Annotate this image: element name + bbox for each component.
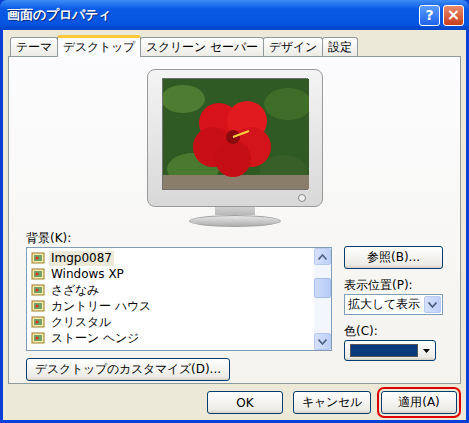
color-label: 色(C): — [344, 324, 443, 340]
monitor-stand — [189, 215, 281, 227]
tab[interactable]: スクリーン セーバー — [140, 37, 264, 56]
monitor-preview — [26, 69, 443, 227]
dropdown-button[interactable] — [424, 296, 441, 313]
window-controls: ? × — [419, 5, 464, 26]
wallpaper-icon — [31, 331, 45, 345]
dialog-button[interactable]: キャンセル — [293, 391, 371, 414]
background-item-name: ストーン ヘンジ — [49, 331, 141, 346]
tab[interactable]: デスクトップ — [57, 35, 141, 57]
background-items: Imgp0087 Windows XP さざなみ カントリー ハウス クリスタル… — [27, 248, 314, 350]
color-swatch — [350, 344, 418, 357]
power-button-icon — [298, 194, 306, 202]
scroll-down-button[interactable] — [314, 333, 331, 350]
settings-row: 背景(K): Imgp0087 Windows XP さざなみ カントリー ハウ… — [26, 231, 443, 381]
title-bar: 画面のプロパティ ? × — [0, 0, 469, 30]
background-item[interactable]: カントリー ハウス — [29, 298, 312, 314]
background-list[interactable]: Imgp0087 Windows XP さざなみ カントリー ハウス クリスタル… — [26, 247, 332, 351]
browse-button[interactable]: 参照(B)... — [344, 246, 443, 269]
hibiscus-photo-icon — [163, 79, 309, 189]
tab[interactable]: デザイン — [263, 37, 323, 56]
wallpaper-icon — [31, 251, 45, 265]
scroll-track[interactable] — [314, 265, 331, 333]
monitor-icon — [147, 69, 323, 207]
background-item[interactable]: さざなみ — [29, 282, 312, 298]
color-picker-button[interactable] — [344, 340, 436, 361]
background-item-name: Windows XP — [49, 267, 126, 282]
dialog-button[interactable]: 適用(A) — [381, 391, 457, 414]
wallpaper-icon — [31, 299, 45, 313]
up-arrow-icon — [318, 254, 327, 260]
wallpaper-icon — [31, 267, 45, 281]
background-item[interactable]: ストーン ヘンジ — [29, 330, 312, 346]
down-arrow-icon — [423, 349, 430, 353]
down-arrow-icon — [428, 302, 437, 308]
background-item-name: カントリー ハウス — [49, 299, 153, 314]
background-item[interactable]: クリスタル — [29, 314, 312, 330]
display-properties-dialog: 画面のプロパティ ? × テーマデスクトップスクリーン セーバーデザイン設定 背… — [0, 0, 469, 423]
wallpaper-preview — [162, 78, 308, 190]
tab[interactable]: 設定 — [322, 37, 358, 56]
wallpaper-icon — [31, 283, 45, 297]
customize-desktop-button[interactable]: デスクトップのカスタマイズ(D)... — [26, 358, 230, 381]
background-label: 背景(K): — [26, 231, 71, 247]
background-item[interactable]: Windows XP — [29, 266, 312, 282]
position-value: 拡大して表示 — [345, 296, 423, 313]
scrollbar[interactable] — [314, 248, 331, 350]
monitor-neck — [215, 207, 255, 215]
wallpaper-icon — [31, 315, 45, 329]
help-button[interactable]: ? — [419, 5, 440, 26]
background-item[interactable]: Imgp0087 — [29, 250, 312, 266]
scroll-up-button[interactable] — [314, 248, 331, 265]
window-title: 画面のプロパティ — [7, 6, 111, 24]
monitor-bezel — [162, 190, 308, 206]
down-arrow-icon — [318, 339, 327, 345]
background-item-name: クリスタル — [49, 315, 113, 330]
tab-panel: 背景(K): Imgp0087 Windows XP さざなみ カントリー ハウ… — [8, 56, 461, 384]
tab-strip: テーマデスクトップスクリーン セーバーデザイン設定 — [8, 36, 461, 56]
close-button[interactable]: × — [443, 5, 464, 26]
position-dropdown[interactable]: 拡大して表示 — [344, 294, 443, 315]
background-section: 背景(K): Imgp0087 Windows XP さざなみ カントリー ハウ… — [26, 231, 332, 381]
scroll-thumb[interactable] — [314, 278, 331, 298]
background-item-name: Imgp0087 — [49, 251, 114, 266]
options-section: 参照(B)... 表示位置(P): 拡大して表示 色(C): — [344, 231, 443, 381]
position-label: 表示位置(P): — [344, 278, 443, 294]
tab[interactable]: テーマ — [10, 37, 58, 56]
dialog-button[interactable]: OK — [207, 391, 283, 414]
background-item-name: さざなみ — [49, 283, 101, 298]
dialog-buttons: OK キャンセル適用(A) — [8, 384, 461, 414]
dialog-body: テーマデスクトップスクリーン セーバーデザイン設定 背景(K): Imgp008… — [3, 30, 466, 420]
